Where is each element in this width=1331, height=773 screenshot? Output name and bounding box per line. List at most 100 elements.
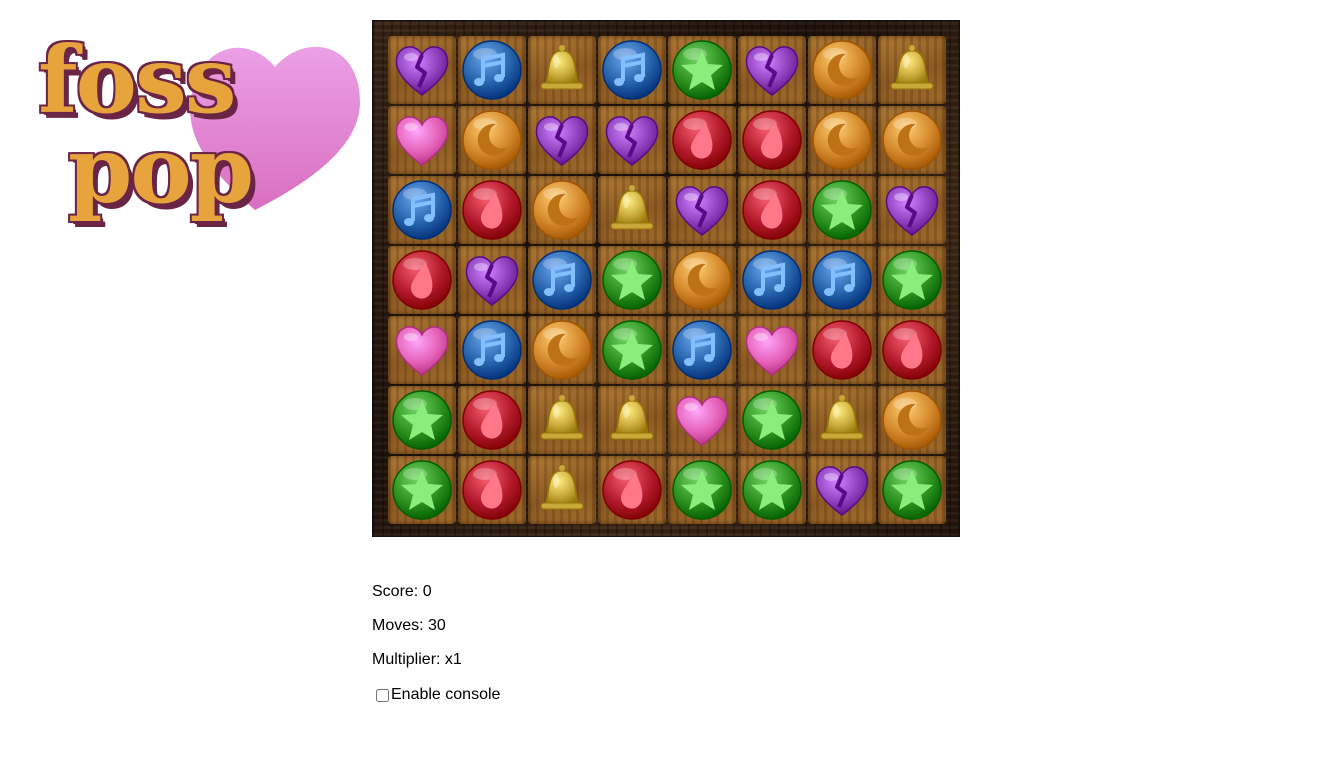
board-cell[interactable] bbox=[878, 36, 946, 104]
board-cell[interactable] bbox=[668, 316, 736, 384]
music-gem-icon[interactable] bbox=[601, 39, 663, 101]
board-cell[interactable] bbox=[668, 106, 736, 174]
board-cell[interactable] bbox=[388, 36, 456, 104]
star-gem-icon[interactable] bbox=[391, 459, 453, 521]
bell-gem-icon[interactable] bbox=[881, 39, 943, 101]
moon-gem-icon[interactable] bbox=[811, 39, 873, 101]
star-gem-icon[interactable] bbox=[881, 249, 943, 311]
board-cell[interactable] bbox=[878, 386, 946, 454]
board-cell[interactable] bbox=[668, 36, 736, 104]
board-cell[interactable] bbox=[808, 176, 876, 244]
board-cell[interactable] bbox=[738, 176, 806, 244]
moon-gem-icon[interactable] bbox=[881, 389, 943, 451]
drop-gem-icon[interactable] bbox=[671, 109, 733, 171]
board-cell[interactable] bbox=[668, 176, 736, 244]
music-gem-icon[interactable] bbox=[811, 249, 873, 311]
drop-gem-icon[interactable] bbox=[601, 459, 663, 521]
music-gem-icon[interactable] bbox=[531, 249, 593, 311]
board-cell[interactable] bbox=[738, 36, 806, 104]
board-cell[interactable] bbox=[598, 316, 666, 384]
moon-gem-icon[interactable] bbox=[531, 179, 593, 241]
heart-gem-icon[interactable] bbox=[391, 319, 453, 381]
board-cell[interactable] bbox=[878, 176, 946, 244]
board-cell[interactable] bbox=[458, 246, 526, 314]
board-cell[interactable] bbox=[668, 386, 736, 454]
moon-gem-icon[interactable] bbox=[671, 249, 733, 311]
broken-heart-gem-icon[interactable] bbox=[881, 179, 943, 241]
star-gem-icon[interactable] bbox=[671, 459, 733, 521]
board-cell[interactable] bbox=[388, 176, 456, 244]
broken-heart-gem-icon[interactable] bbox=[601, 109, 663, 171]
broken-heart-gem-icon[interactable] bbox=[671, 179, 733, 241]
board-cell[interactable] bbox=[808, 106, 876, 174]
board-cell[interactable] bbox=[598, 36, 666, 104]
board-cell[interactable] bbox=[738, 246, 806, 314]
heart-gem-icon[interactable] bbox=[741, 319, 803, 381]
board-cell[interactable] bbox=[528, 456, 596, 524]
star-gem-icon[interactable] bbox=[881, 459, 943, 521]
star-gem-icon[interactable] bbox=[601, 249, 663, 311]
board-cell[interactable] bbox=[878, 246, 946, 314]
board-cell[interactable] bbox=[878, 106, 946, 174]
broken-heart-gem-icon[interactable] bbox=[811, 459, 873, 521]
broken-heart-gem-icon[interactable] bbox=[461, 249, 523, 311]
board-cell[interactable] bbox=[738, 456, 806, 524]
broken-heart-gem-icon[interactable] bbox=[531, 109, 593, 171]
board-cell[interactable] bbox=[458, 456, 526, 524]
music-gem-icon[interactable] bbox=[671, 319, 733, 381]
heart-gem-icon[interactable] bbox=[671, 389, 733, 451]
music-gem-icon[interactable] bbox=[741, 249, 803, 311]
board-cell[interactable] bbox=[528, 106, 596, 174]
drop-gem-icon[interactable] bbox=[391, 249, 453, 311]
board-cell[interactable] bbox=[598, 106, 666, 174]
board-cell[interactable] bbox=[528, 176, 596, 244]
music-gem-icon[interactable] bbox=[461, 39, 523, 101]
board-cell[interactable] bbox=[528, 36, 596, 104]
bell-gem-icon[interactable] bbox=[531, 459, 593, 521]
enable-console-control[interactable]: Enable console bbox=[374, 686, 500, 704]
board-cell[interactable] bbox=[388, 106, 456, 174]
board-cell[interactable] bbox=[598, 456, 666, 524]
star-gem-icon[interactable] bbox=[741, 389, 803, 451]
music-gem-icon[interactable] bbox=[461, 319, 523, 381]
board-cell[interactable] bbox=[808, 36, 876, 104]
board-cell[interactable] bbox=[528, 316, 596, 384]
board-cell[interactable] bbox=[808, 316, 876, 384]
moon-gem-icon[interactable] bbox=[811, 109, 873, 171]
music-gem-icon[interactable] bbox=[391, 179, 453, 241]
board-cell[interactable] bbox=[528, 386, 596, 454]
star-gem-icon[interactable] bbox=[811, 179, 873, 241]
board-cell[interactable] bbox=[668, 246, 736, 314]
board-cell[interactable] bbox=[878, 456, 946, 524]
star-gem-icon[interactable] bbox=[601, 319, 663, 381]
bell-gem-icon[interactable] bbox=[601, 389, 663, 451]
drop-gem-icon[interactable] bbox=[741, 179, 803, 241]
enable-console-checkbox[interactable] bbox=[376, 688, 389, 702]
board-cell[interactable] bbox=[878, 316, 946, 384]
drop-gem-icon[interactable] bbox=[741, 109, 803, 171]
board-cell[interactable] bbox=[458, 386, 526, 454]
star-gem-icon[interactable] bbox=[741, 459, 803, 521]
board-cell[interactable] bbox=[528, 246, 596, 314]
moon-gem-icon[interactable] bbox=[531, 319, 593, 381]
moon-gem-icon[interactable] bbox=[881, 109, 943, 171]
drop-gem-icon[interactable] bbox=[881, 319, 943, 381]
broken-heart-gem-icon[interactable] bbox=[391, 39, 453, 101]
board-cell[interactable] bbox=[388, 246, 456, 314]
bell-gem-icon[interactable] bbox=[531, 389, 593, 451]
board-cell[interactable] bbox=[598, 246, 666, 314]
board-cell[interactable] bbox=[598, 386, 666, 454]
broken-heart-gem-icon[interactable] bbox=[741, 39, 803, 101]
drop-gem-icon[interactable] bbox=[811, 319, 873, 381]
board-cell[interactable] bbox=[458, 176, 526, 244]
star-gem-icon[interactable] bbox=[671, 39, 733, 101]
bell-gem-icon[interactable] bbox=[531, 39, 593, 101]
board-cell[interactable] bbox=[808, 456, 876, 524]
board-cell[interactable] bbox=[458, 36, 526, 104]
bell-gem-icon[interactable] bbox=[601, 179, 663, 241]
board-cell[interactable] bbox=[738, 316, 806, 384]
board-cell[interactable] bbox=[598, 176, 666, 244]
board-cell[interactable] bbox=[458, 316, 526, 384]
board-cell[interactable] bbox=[738, 106, 806, 174]
bell-gem-icon[interactable] bbox=[811, 389, 873, 451]
